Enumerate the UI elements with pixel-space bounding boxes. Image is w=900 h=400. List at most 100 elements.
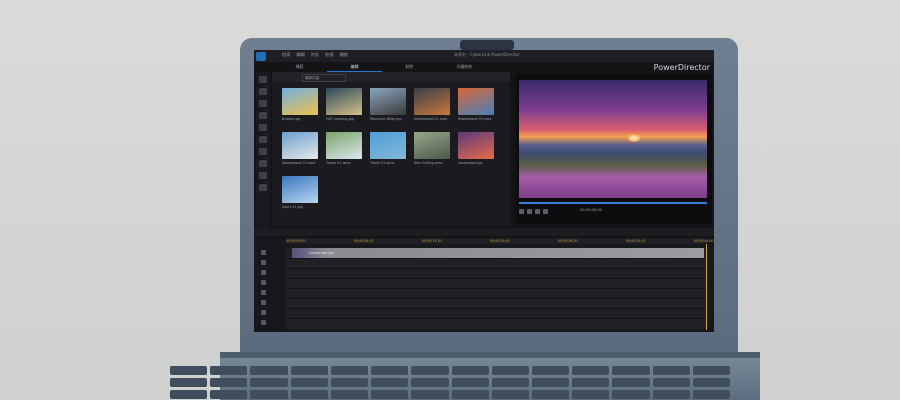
menu-file[interactable]: 档案 (282, 52, 290, 58)
key (692, 390, 731, 399)
thumbnail-caption: Travel 02.wmv (370, 161, 395, 165)
track-lock-icon[interactable] (261, 260, 266, 265)
media-library: 媒体内容 Bubble.jpg Cliff Jumping.jpg Mountain… (272, 72, 510, 226)
webcam (460, 40, 514, 50)
media-thumbnail[interactable] (282, 176, 318, 203)
media-thumbnail[interactable] (414, 132, 450, 159)
menu-plugins[interactable]: 外挂 (311, 52, 319, 58)
menu-edit[interactable]: 编辑 (296, 52, 304, 58)
key (411, 378, 449, 387)
preview-window: 00;00;00;00 (516, 74, 712, 224)
key (451, 378, 489, 387)
track-header[interactable] (256, 318, 284, 328)
app-logo-icon (256, 52, 266, 61)
track-lock-icon[interactable] (261, 300, 266, 305)
key (491, 390, 529, 399)
keyboard-row (170, 366, 731, 375)
track-header[interactable] (256, 258, 284, 268)
tab-capture[interactable]: 捕获 (272, 62, 327, 71)
track-lock-icon[interactable] (261, 250, 266, 255)
menu-playback[interactable]: 播放 (340, 52, 348, 58)
laptop-hinge (220, 352, 760, 358)
key (652, 366, 690, 375)
key (411, 366, 449, 375)
transition-room-icon[interactable] (259, 136, 267, 143)
key (451, 390, 489, 399)
media-thumbnail[interactable] (370, 132, 406, 159)
tab-edit[interactable]: 编辑 (327, 62, 382, 72)
track-lock-icon[interactable] (261, 310, 266, 315)
voiceover-icon[interactable] (259, 160, 267, 167)
particle-room-icon[interactable] (259, 112, 267, 119)
stop-icon[interactable] (527, 209, 532, 214)
media-thumbnail[interactable] (458, 88, 494, 115)
thumbnail-caption: Travel 01.wmv (326, 161, 351, 165)
chapter-room-icon[interactable] (259, 172, 267, 179)
media-thumbnail[interactable] (282, 132, 318, 159)
next-frame-icon[interactable] (543, 209, 548, 214)
track-header[interactable] (256, 298, 284, 308)
track-header[interactable] (256, 288, 284, 298)
timeline-toolbar (254, 228, 714, 236)
mode-tabs: 捕获 编辑 制作 光碟制作 (272, 62, 492, 72)
play-icon[interactable] (519, 209, 524, 214)
track-header[interactable] (256, 268, 284, 278)
track-header[interactable] (256, 278, 284, 288)
media-thumbnail[interactable] (282, 88, 318, 115)
key (330, 378, 369, 387)
media-thumbnail[interactable] (458, 132, 494, 159)
key (572, 378, 610, 387)
track-header[interactable] (256, 248, 284, 258)
effects-room-icon[interactable] (259, 88, 267, 95)
key (250, 366, 288, 375)
track-lock-icon[interactable] (261, 280, 266, 285)
key (210, 390, 248, 399)
playhead[interactable] (706, 244, 707, 330)
timeline-track[interactable] (286, 318, 706, 329)
key (330, 366, 369, 375)
title-room-icon[interactable] (259, 124, 267, 131)
key (170, 378, 208, 387)
ruler-tick-label: 00;00;00;00 (286, 239, 306, 243)
key (491, 366, 529, 375)
timecode-display: 00;00;00;00 (580, 208, 602, 212)
media-thumbnail[interactable] (370, 88, 406, 115)
scrub-bar[interactable] (519, 202, 707, 204)
key (290, 366, 328, 375)
tab-disc[interactable]: 光碟制作 (437, 62, 492, 71)
laptop-screen: 档案 编辑 外挂 检视 播放 未命名 - CyberLink PowerDire… (254, 50, 714, 332)
thumbnail-caption: Cliff Jumping.jpg (326, 117, 354, 121)
pip-room-icon[interactable] (259, 100, 267, 107)
key (330, 390, 369, 399)
track-lock-icon[interactable] (261, 270, 266, 275)
thumbnail-caption: Sport 01.jpg (282, 205, 303, 209)
timeline-ruler[interactable]: 00;00;00;00 00;00;06;20 00;00;13;10 00;00;2… (286, 238, 713, 244)
library-toolbar: 媒体内容 (272, 72, 510, 82)
media-thumbnail[interactable] (326, 132, 362, 159)
media-room-icon[interactable] (259, 76, 267, 83)
audio-mixing-icon[interactable] (259, 148, 267, 155)
track-lock-icon[interactable] (261, 320, 266, 325)
key (612, 378, 650, 387)
keyboard-row (170, 378, 731, 387)
media-thumbnail[interactable] (414, 88, 450, 115)
preview-image (519, 80, 707, 198)
tab-produce[interactable]: 制作 (382, 62, 437, 71)
media-thumbnail[interactable] (326, 88, 362, 115)
keyboard-row (170, 390, 731, 399)
title-bar: 档案 编辑 外挂 检视 播放 未命名 - CyberLink PowerDire… (254, 50, 714, 62)
subtitle-room-icon[interactable] (259, 184, 267, 191)
key (371, 390, 409, 399)
key (692, 366, 731, 375)
timeline-clip[interactable] (292, 248, 704, 258)
key (652, 378, 690, 387)
key (692, 378, 731, 387)
media-filter-dropdown[interactable]: 媒体内容 (302, 74, 346, 82)
prev-frame-icon[interactable] (535, 209, 540, 214)
ruler-tick-label: 00;00;33;10 (626, 239, 646, 243)
menu-view[interactable]: 检视 (325, 52, 333, 58)
sun (627, 134, 641, 142)
key (250, 378, 288, 387)
track-header[interactable] (256, 308, 284, 318)
track-lock-icon[interactable] (261, 290, 266, 295)
